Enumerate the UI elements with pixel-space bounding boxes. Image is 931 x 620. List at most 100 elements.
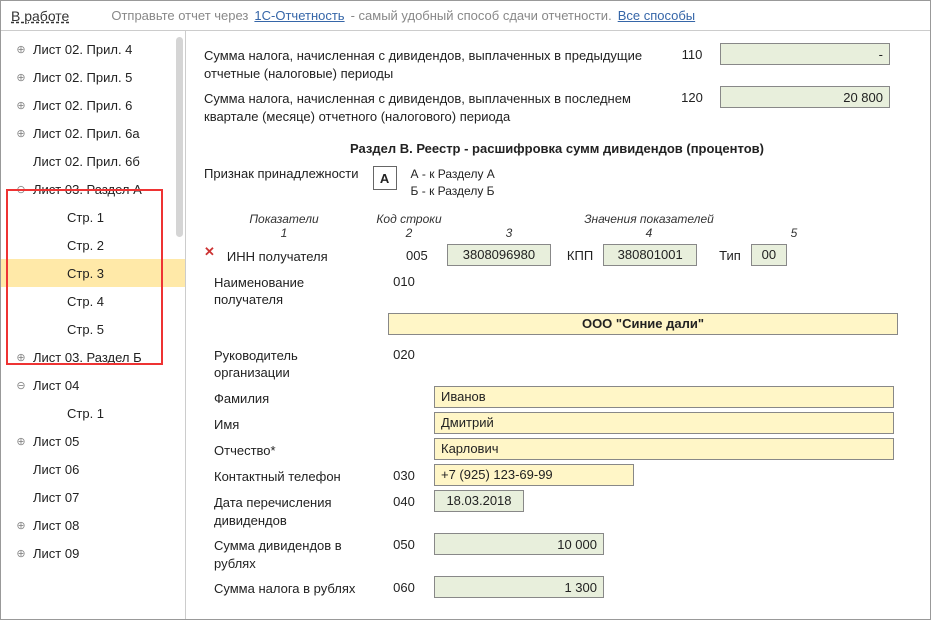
- org-name-field[interactable]: ООО "Синие дали": [388, 313, 898, 335]
- tree-item-17[interactable]: ⊕ Лист 08: [1, 511, 185, 539]
- row-120-code: 120: [672, 86, 712, 105]
- r010-code: 010: [382, 270, 426, 289]
- tree-item-13[interactable]: Стр. 1: [1, 399, 185, 427]
- sum-tax-field[interactable]: 1 300: [434, 576, 604, 598]
- row-110-field[interactable]: -: [720, 43, 890, 65]
- tree-item-label: Лист 05: [33, 434, 79, 449]
- tree-item-label: Лист 07: [33, 490, 79, 505]
- row-110-label: Сумма налога, начисленная с дивидендов, …: [204, 43, 664, 82]
- expand-icon[interactable]: ⊕: [13, 127, 29, 140]
- row-120-label: Сумма налога, начисленная с дивидендов, …: [204, 86, 664, 125]
- expand-icon[interactable]: ⊕: [13, 547, 29, 560]
- tree-item-0[interactable]: ⊕ Лист 02. Прил. 4: [1, 35, 185, 63]
- section-b-title: Раздел В. Реестр - расшифровка сумм диви…: [204, 141, 910, 156]
- priz-desc: А - к Разделу АБ - к Разделу Б: [411, 166, 495, 200]
- row-110-code: 110: [672, 43, 712, 62]
- otch-label: Отчество*: [204, 438, 374, 460]
- tree-item-label: Лист 02. Прил. 6б: [33, 154, 140, 169]
- tree-item-label: Лист 09: [33, 546, 79, 561]
- tree-item-14[interactable]: ⊕ Лист 05: [1, 427, 185, 455]
- tree-item-10[interactable]: Стр. 5: [1, 315, 185, 343]
- tree-item-15[interactable]: Лист 06: [1, 455, 185, 483]
- fam-label: Фамилия: [204, 386, 374, 408]
- tree-item-label: Стр. 4: [67, 294, 104, 309]
- expand-icon[interactable]: ⊕: [13, 71, 29, 84]
- tree-item-6[interactable]: Стр. 1: [1, 203, 185, 231]
- tree-item-18[interactable]: ⊕ Лист 09: [1, 539, 185, 567]
- tree-item-11[interactable]: ⊕ Лист 03. Раздел Б: [1, 343, 185, 371]
- tip-label: Тип: [705, 244, 743, 263]
- topbar: В работе Отправьте отчет через 1С-Отчетн…: [1, 1, 930, 31]
- r030-code: 030: [382, 464, 426, 483]
- phone-field[interactable]: +7 (925) 123-69-99: [434, 464, 634, 486]
- tree-item-label: Лист 02. Прил. 5: [33, 70, 132, 85]
- tree-item-1[interactable]: ⊕ Лист 02. Прил. 5: [1, 63, 185, 91]
- fam-field[interactable]: Иванов: [434, 386, 894, 408]
- notice-text: Отправьте отчет через: [111, 8, 248, 23]
- main-panel: Сумма налога, начисленная с дивидендов, …: [186, 31, 930, 619]
- expand-icon[interactable]: ⊕: [13, 43, 29, 56]
- sidebar-scrollbar[interactable]: [176, 37, 183, 237]
- tree-item-7[interactable]: Стр. 2: [1, 231, 185, 259]
- tree-item-2[interactable]: ⊕ Лист 02. Прил. 6: [1, 91, 185, 119]
- link-1c[interactable]: 1С-Отчетность: [254, 8, 344, 23]
- r050-code: 050: [382, 533, 426, 552]
- r020-code: 020: [382, 343, 426, 362]
- row-120-field[interactable]: 20 800: [720, 86, 890, 108]
- r050-label: Сумма дивидендов в рублях: [204, 533, 374, 572]
- tree-item-label: Лист 04: [33, 378, 79, 393]
- app-window: В работе Отправьте отчет через 1С-Отчетн…: [0, 0, 931, 620]
- tree-item-16[interactable]: Лист 07: [1, 483, 185, 511]
- r020-label: Руководитель организации: [204, 343, 374, 382]
- tree-item-label: Лист 02. Прил. 4: [33, 42, 132, 57]
- tree-item-label: Стр. 5: [67, 322, 104, 337]
- otch-field[interactable]: Карлович: [434, 438, 894, 460]
- r005-code: 005: [395, 244, 439, 263]
- name-label: Имя: [204, 412, 374, 434]
- tree-item-label: Лист 02. Прил. 6а: [33, 126, 140, 141]
- tree-item-label: Стр. 3: [67, 266, 104, 281]
- tree-item-3[interactable]: ⊕ Лист 02. Прил. 6а: [1, 119, 185, 147]
- r010-label: Наименование получателя: [204, 270, 374, 309]
- name-field[interactable]: Дмитрий: [434, 412, 894, 434]
- r040-label: Дата перечисления дивидендов: [204, 490, 374, 529]
- tree-item-label: Стр. 2: [67, 238, 104, 253]
- expand-icon[interactable]: ⊕: [13, 435, 29, 448]
- tree-item-label: Стр. 1: [67, 406, 104, 421]
- tree-item-label: Лист 06: [33, 462, 79, 477]
- link-all-ways[interactable]: Все способы: [618, 8, 695, 23]
- tree-item-5[interactable]: ⊖ Лист 03. Раздел А: [1, 175, 185, 203]
- expand-icon[interactable]: ⊕: [13, 99, 29, 112]
- expand-icon[interactable]: ⊖: [13, 379, 29, 392]
- sum-div-field[interactable]: 10 000: [434, 533, 604, 555]
- inn-field[interactable]: 3808096980: [447, 244, 551, 266]
- tree-item-12[interactable]: ⊖ Лист 04: [1, 371, 185, 399]
- tip-field[interactable]: 00: [751, 244, 787, 266]
- r040-code: 040: [382, 490, 426, 509]
- priz-box[interactable]: А: [373, 166, 397, 190]
- status-link[interactable]: В работе: [11, 8, 69, 24]
- kpp-label: КПП: [559, 244, 595, 263]
- tree-item-label: Лист 08: [33, 518, 79, 533]
- table-header: Показатели1 Код строки2 3 Значения показ…: [204, 212, 910, 240]
- expand-icon[interactable]: ⊕: [13, 519, 29, 532]
- notice-text2: - самый удобный способ сдачи отчетности.: [351, 8, 612, 23]
- date-field[interactable]: 18.03.2018: [434, 490, 524, 512]
- sidebar: ⊕ Лист 02. Прил. 4 ⊕ Лист 02. Прил. 5 ⊕ Лист …: [1, 31, 186, 619]
- r005-label: ИНН получателя: [227, 244, 387, 266]
- expand-icon[interactable]: ⊕: [13, 351, 29, 364]
- tree-item-label: Лист 03. Раздел Б: [33, 350, 142, 365]
- priz-row: Признак принадлежности А А - к Разделу А…: [204, 166, 910, 200]
- kpp-field[interactable]: 380801001: [603, 244, 697, 266]
- r060-label: Сумма налога в рублях: [204, 576, 374, 598]
- tree-item-label: Лист 02. Прил. 6: [33, 98, 132, 113]
- expand-icon[interactable]: ⊖: [13, 183, 29, 196]
- delete-icon[interactable]: ✕: [204, 244, 215, 260]
- tree-item-9[interactable]: Стр. 4: [1, 287, 185, 315]
- tree-item-label: Лист 03. Раздел А: [33, 182, 142, 197]
- tree-item-8[interactable]: Стр. 3: [1, 259, 185, 287]
- r060-code: 060: [382, 576, 426, 595]
- tree-item-4[interactable]: Лист 02. Прил. 6б: [1, 147, 185, 175]
- tree-item-label: Стр. 1: [67, 210, 104, 225]
- r030-label: Контактный телефон: [204, 464, 374, 486]
